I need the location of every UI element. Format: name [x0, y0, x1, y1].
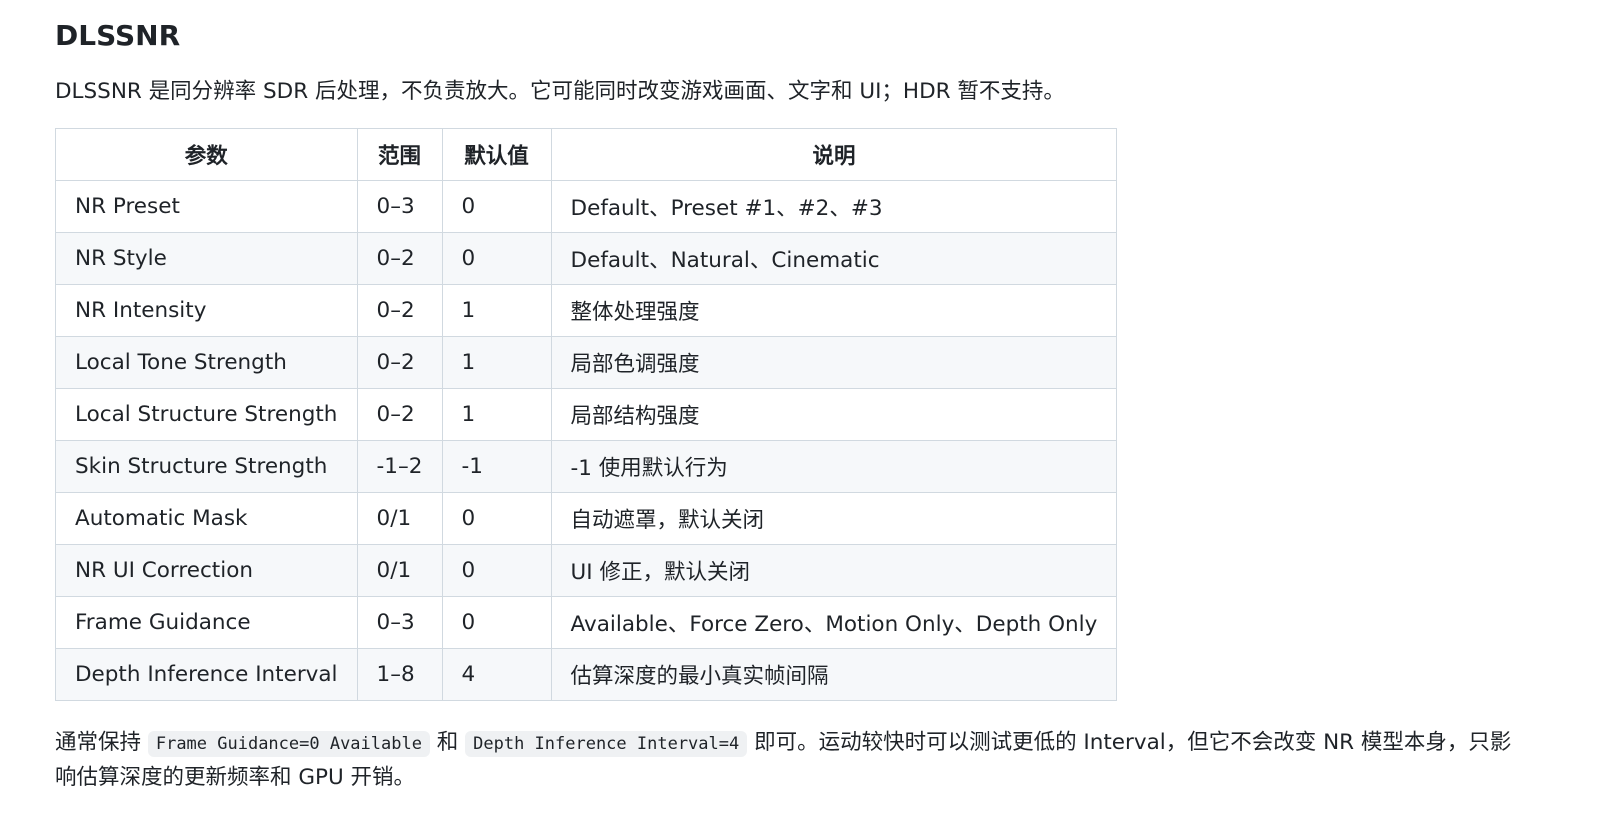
header-range: 范围: [356, 128, 443, 181]
header-parameter: 参数: [55, 128, 358, 181]
cell-default: 1: [441, 336, 552, 389]
table-row: NR Style 0–2 0 Default、Natural、Cinematic: [55, 232, 1118, 285]
parameter-table: 参数 范围 默认值 说明 NR Preset 0–3 0 Default、Pre…: [55, 128, 1118, 701]
cell-range: 0–2: [356, 284, 443, 337]
cell-default: 4: [441, 648, 552, 701]
cell-description: 局部色调强度: [550, 336, 1118, 389]
cell-default: 0: [441, 180, 552, 233]
cell-description: UI 修正，默认关闭: [550, 544, 1118, 597]
header-description: 说明: [550, 128, 1118, 181]
cell-range: 0/1: [356, 492, 443, 545]
header-default: 默认值: [441, 128, 552, 181]
footnote-paragraph: 通常保持 Frame Guidance=0 Available 和 Depth …: [55, 726, 1515, 794]
cell-range: 0–3: [356, 180, 443, 233]
table-row: NR Intensity 0–2 1 整体处理强度: [55, 284, 1118, 337]
cell-range: 0/1: [356, 544, 443, 597]
table-row: Local Structure Strength 0–2 1 局部结构强度: [55, 388, 1118, 441]
cell-default: 0: [441, 232, 552, 285]
table-row: Automatic Mask 0/1 0 自动遮罩，默认关闭: [55, 492, 1118, 545]
table-row: Frame Guidance 0–3 0 Available、Force Zer…: [55, 596, 1118, 649]
table-row: Local Tone Strength 0–2 1 局部色调强度: [55, 336, 1118, 389]
cell-parameter: NR Style: [55, 232, 358, 285]
cell-default: 0: [441, 596, 552, 649]
footnote-text: 通常保持: [55, 730, 148, 755]
cell-default: 0: [441, 492, 552, 545]
cell-default: -1: [441, 440, 552, 493]
footnote-text: 和: [429, 730, 466, 755]
cell-range: -1–2: [356, 440, 443, 493]
cell-parameter: NR Intensity: [55, 284, 358, 337]
cell-parameter: Local Structure Strength: [55, 388, 358, 441]
cell-parameter: Skin Structure Strength: [55, 440, 358, 493]
cell-parameter: Automatic Mask: [55, 492, 358, 545]
cell-description: 整体处理强度: [550, 284, 1118, 337]
table-row: NR UI Correction 0/1 0 UI 修正，默认关闭: [55, 544, 1118, 597]
cell-description: Default、Natural、Cinematic: [550, 232, 1118, 285]
intro-paragraph: DLSSNR 是同分辨率 SDR 后处理，不负责放大。它可能同时改变游戏画面、文…: [55, 79, 1065, 104]
cell-range: 0–2: [356, 388, 443, 441]
cell-description: 估算深度的最小真实帧间隔: [550, 648, 1118, 701]
cell-description: 局部结构强度: [550, 388, 1118, 441]
table-row: NR Preset 0–3 0 Default、Preset #1、#2、#3: [55, 180, 1118, 233]
section-heading: DLSSNR: [55, 19, 181, 52]
cell-parameter: Frame Guidance: [55, 596, 358, 649]
cell-parameter: Depth Inference Interval: [55, 648, 358, 701]
cell-parameter: NR Preset: [55, 180, 358, 233]
table-row: Skin Structure Strength -1–2 -1 -1 使用默认行…: [55, 440, 1118, 493]
table-row: Depth Inference Interval 1–8 4 估算深度的最小真实…: [55, 648, 1118, 701]
table-header-row: 参数 范围 默认值 说明: [55, 128, 1118, 181]
document-page: DLSSNR DLSSNR 是同分辨率 SDR 后处理，不负责放大。它可能同时改…: [0, 0, 1600, 823]
cell-range: 1–8: [356, 648, 443, 701]
cell-range: 0–2: [356, 232, 443, 285]
inline-code-frame-guidance: Frame Guidance=0 Available: [147, 731, 430, 757]
cell-default: 0: [441, 544, 552, 597]
cell-range: 0–2: [356, 336, 443, 389]
cell-description: Default、Preset #1、#2、#3: [550, 180, 1118, 233]
cell-parameter: Local Tone Strength: [55, 336, 358, 389]
cell-description: 自动遮罩，默认关闭: [550, 492, 1118, 545]
cell-range: 0–3: [356, 596, 443, 649]
cell-parameter: NR UI Correction: [55, 544, 358, 597]
cell-default: 1: [441, 284, 552, 337]
inline-code-depth-interval: Depth Inference Interval=4: [465, 731, 748, 757]
cell-default: 1: [441, 388, 552, 441]
cell-description: Available、Force Zero、Motion Only、Depth O…: [550, 596, 1118, 649]
cell-description: -1 使用默认行为: [550, 440, 1118, 493]
